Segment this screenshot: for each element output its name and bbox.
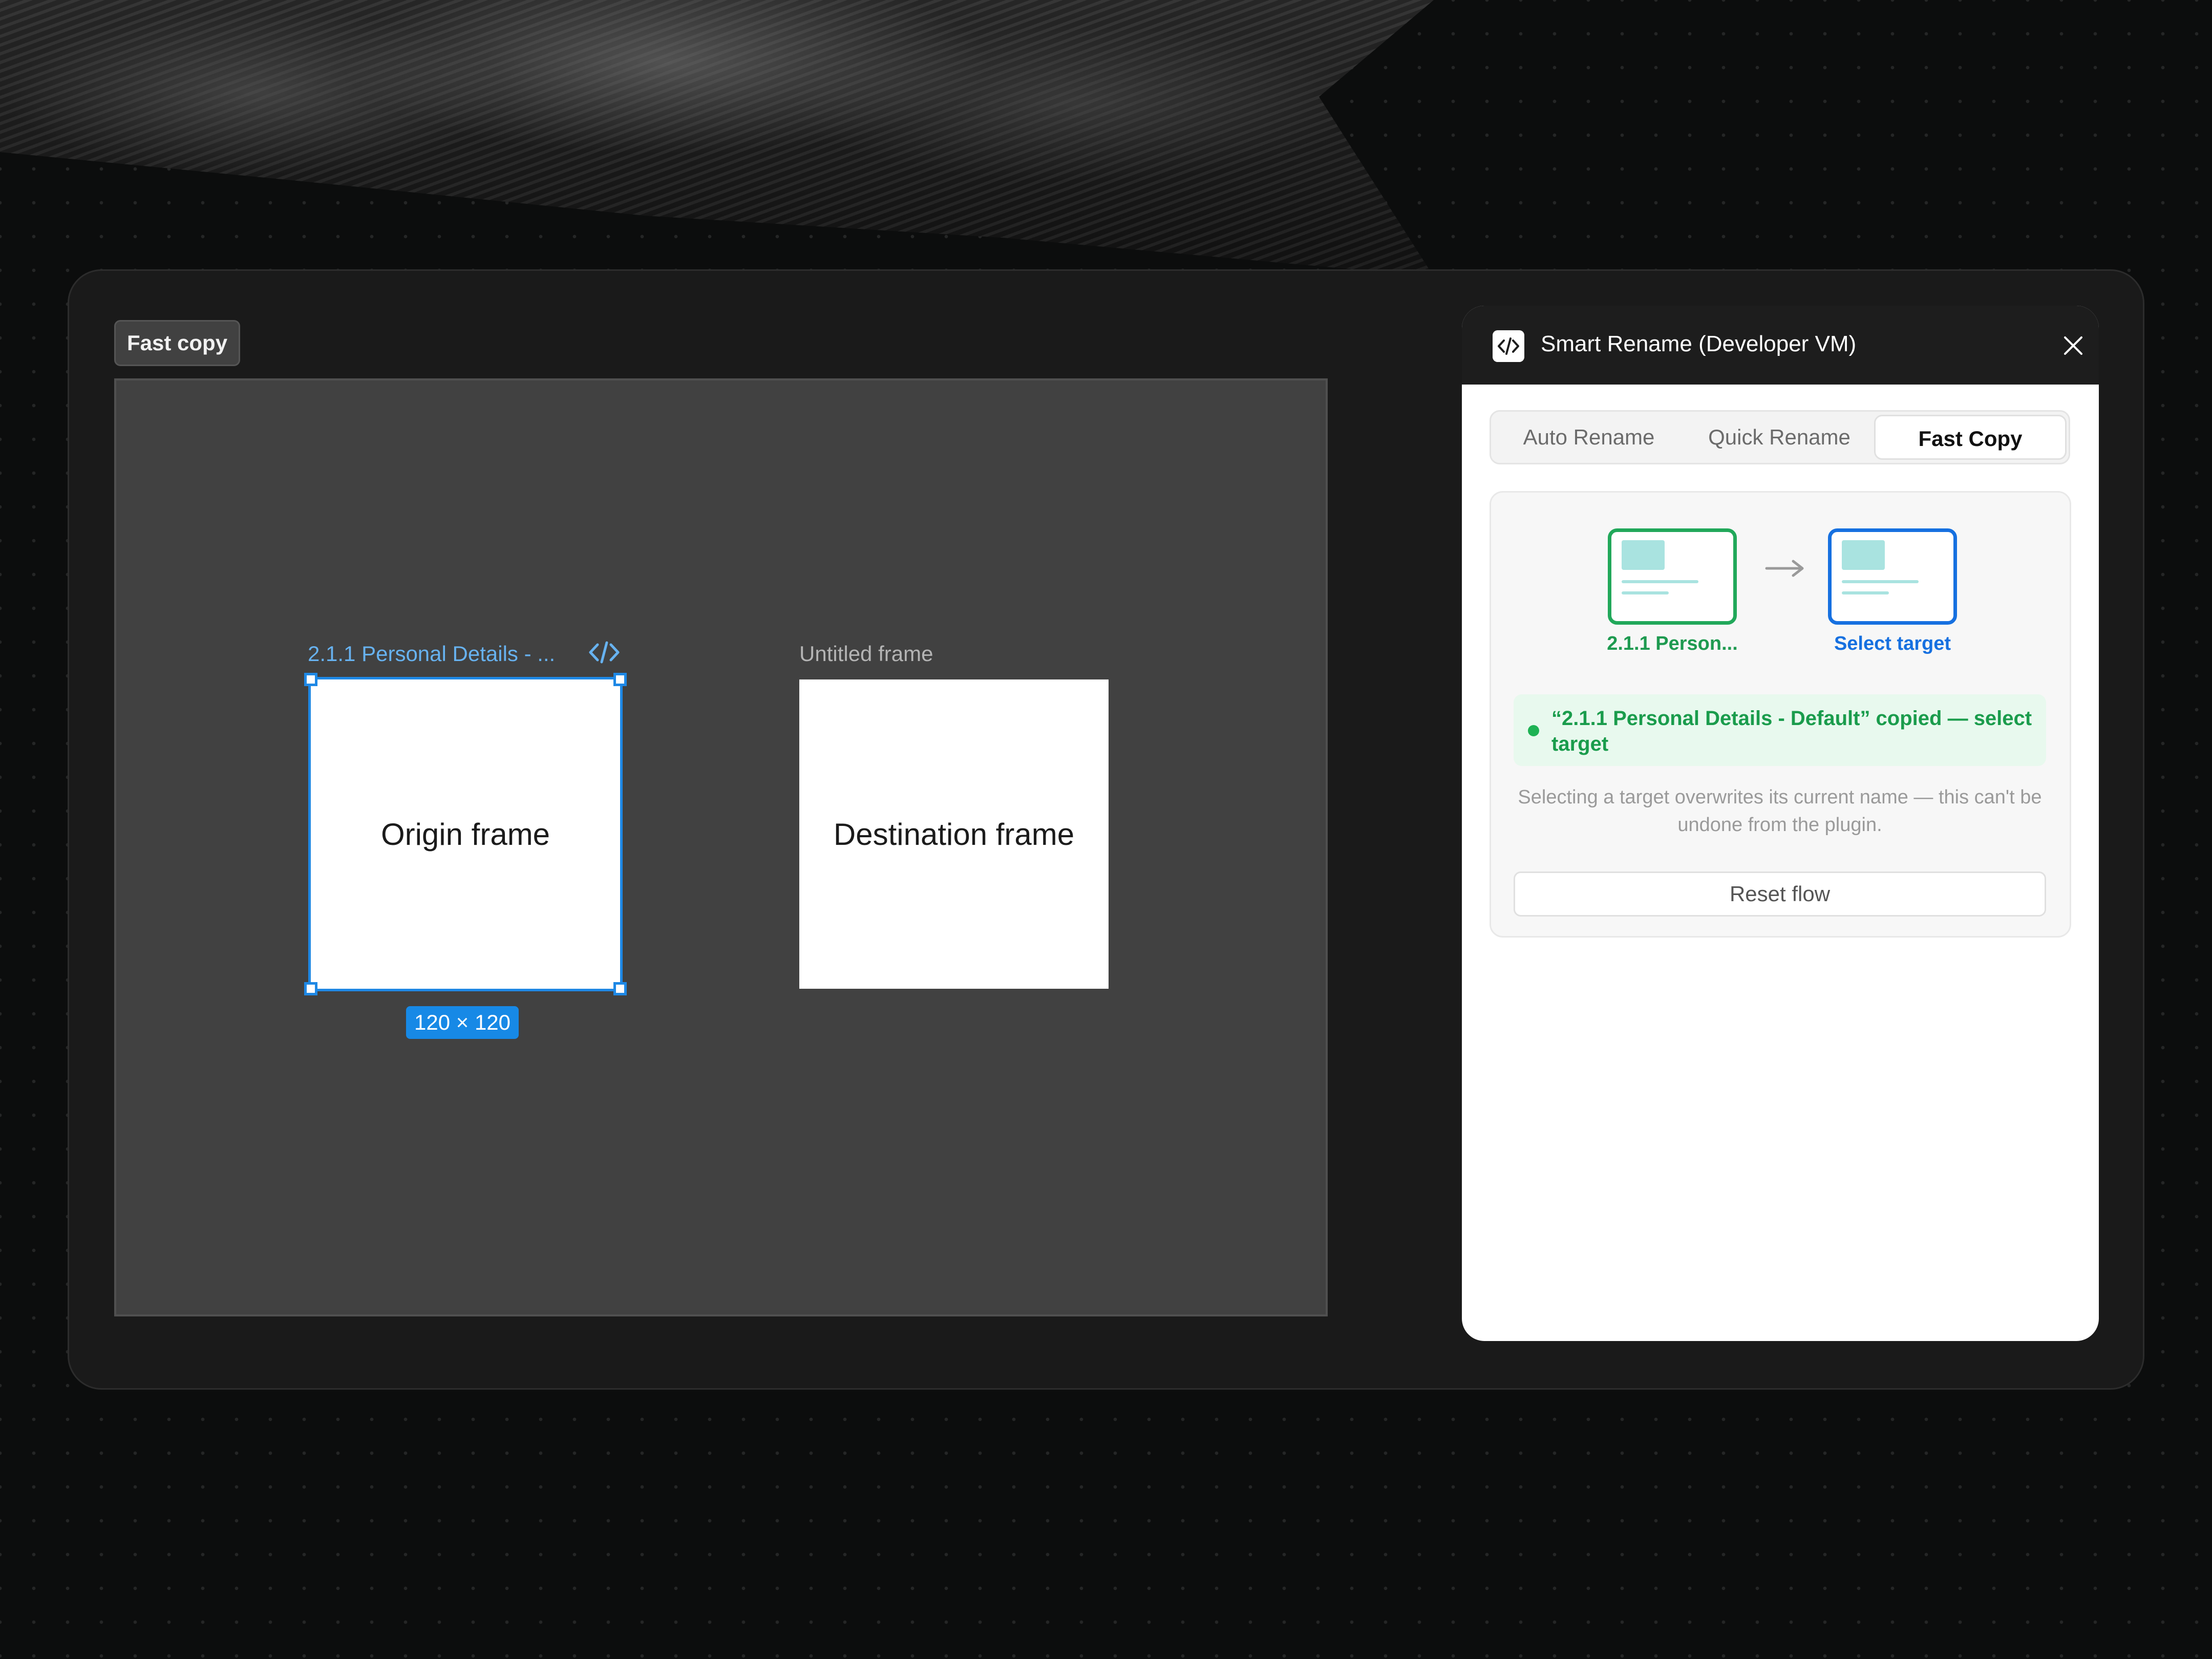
- source-thumbnail[interactable]: [1608, 528, 1737, 625]
- tab-quick-rename[interactable]: Quick Rename: [1685, 415, 1874, 460]
- tab-bar: Auto Rename Quick Rename Fast Copy: [1490, 410, 2070, 464]
- resize-handle-bottom-left[interactable]: [304, 982, 317, 995]
- code-icon[interactable]: [588, 640, 620, 665]
- resize-handle-top-right[interactable]: [613, 673, 627, 686]
- close-icon[interactable]: [2062, 334, 2085, 357]
- demo-card: Fast copy 2.1.1 Personal Details - ... O…: [68, 269, 2144, 1390]
- target-label[interactable]: Select target: [1816, 633, 1969, 655]
- origin-frame-label[interactable]: 2.1.1 Personal Details - ...: [308, 642, 555, 666]
- reset-flow-button[interactable]: Reset flow: [1514, 871, 2046, 917]
- status-dot-icon: [1528, 725, 1539, 736]
- status-message: “2.1.1 Personal Details - Default” copie…: [1514, 694, 2046, 766]
- target-thumbnail[interactable]: [1828, 528, 1957, 625]
- panel-title: Smart Rename (Developer VM): [1541, 331, 1857, 356]
- panel-header: Smart Rename (Developer VM): [1462, 306, 2099, 385]
- destination-frame-label[interactable]: Untitled frame: [799, 642, 933, 666]
- arrow-right-icon: [1765, 560, 1804, 577]
- destination-frame-text: Destination frame: [833, 817, 1075, 852]
- tab-auto-rename[interactable]: Auto Rename: [1494, 415, 1684, 460]
- design-canvas[interactable]: 2.1.1 Personal Details - ... Origin fram…: [114, 378, 1328, 1316]
- warning-text: Selecting a target overwrites its curren…: [1518, 786, 2042, 836]
- fast-copy-tag: Fast copy: [114, 320, 241, 366]
- status-text: “2.1.1 Personal Details - Default” copie…: [1551, 707, 2032, 755]
- plugin-panel: Smart Rename (Developer VM) Auto Rename …: [1462, 306, 2099, 1341]
- origin-frame-text: Origin frame: [380, 817, 550, 852]
- fast-copy-flow: 2.1.1 Person... Select target “2.1.1 Per…: [1490, 491, 2071, 938]
- resize-handle-bottom-right[interactable]: [613, 982, 627, 995]
- plugin-logo-icon: [1493, 330, 1524, 362]
- tab-fast-copy[interactable]: Fast Copy: [1874, 415, 2067, 460]
- destination-frame[interactable]: Destination frame: [799, 679, 1109, 989]
- resize-handle-top-left[interactable]: [304, 673, 317, 686]
- origin-frame[interactable]: Origin frame: [308, 677, 623, 991]
- background-rock-image: [0, 0, 1434, 276]
- size-badge: 120 × 120: [406, 1006, 519, 1039]
- source-label: 2.1.1 Person...: [1607, 633, 1738, 654]
